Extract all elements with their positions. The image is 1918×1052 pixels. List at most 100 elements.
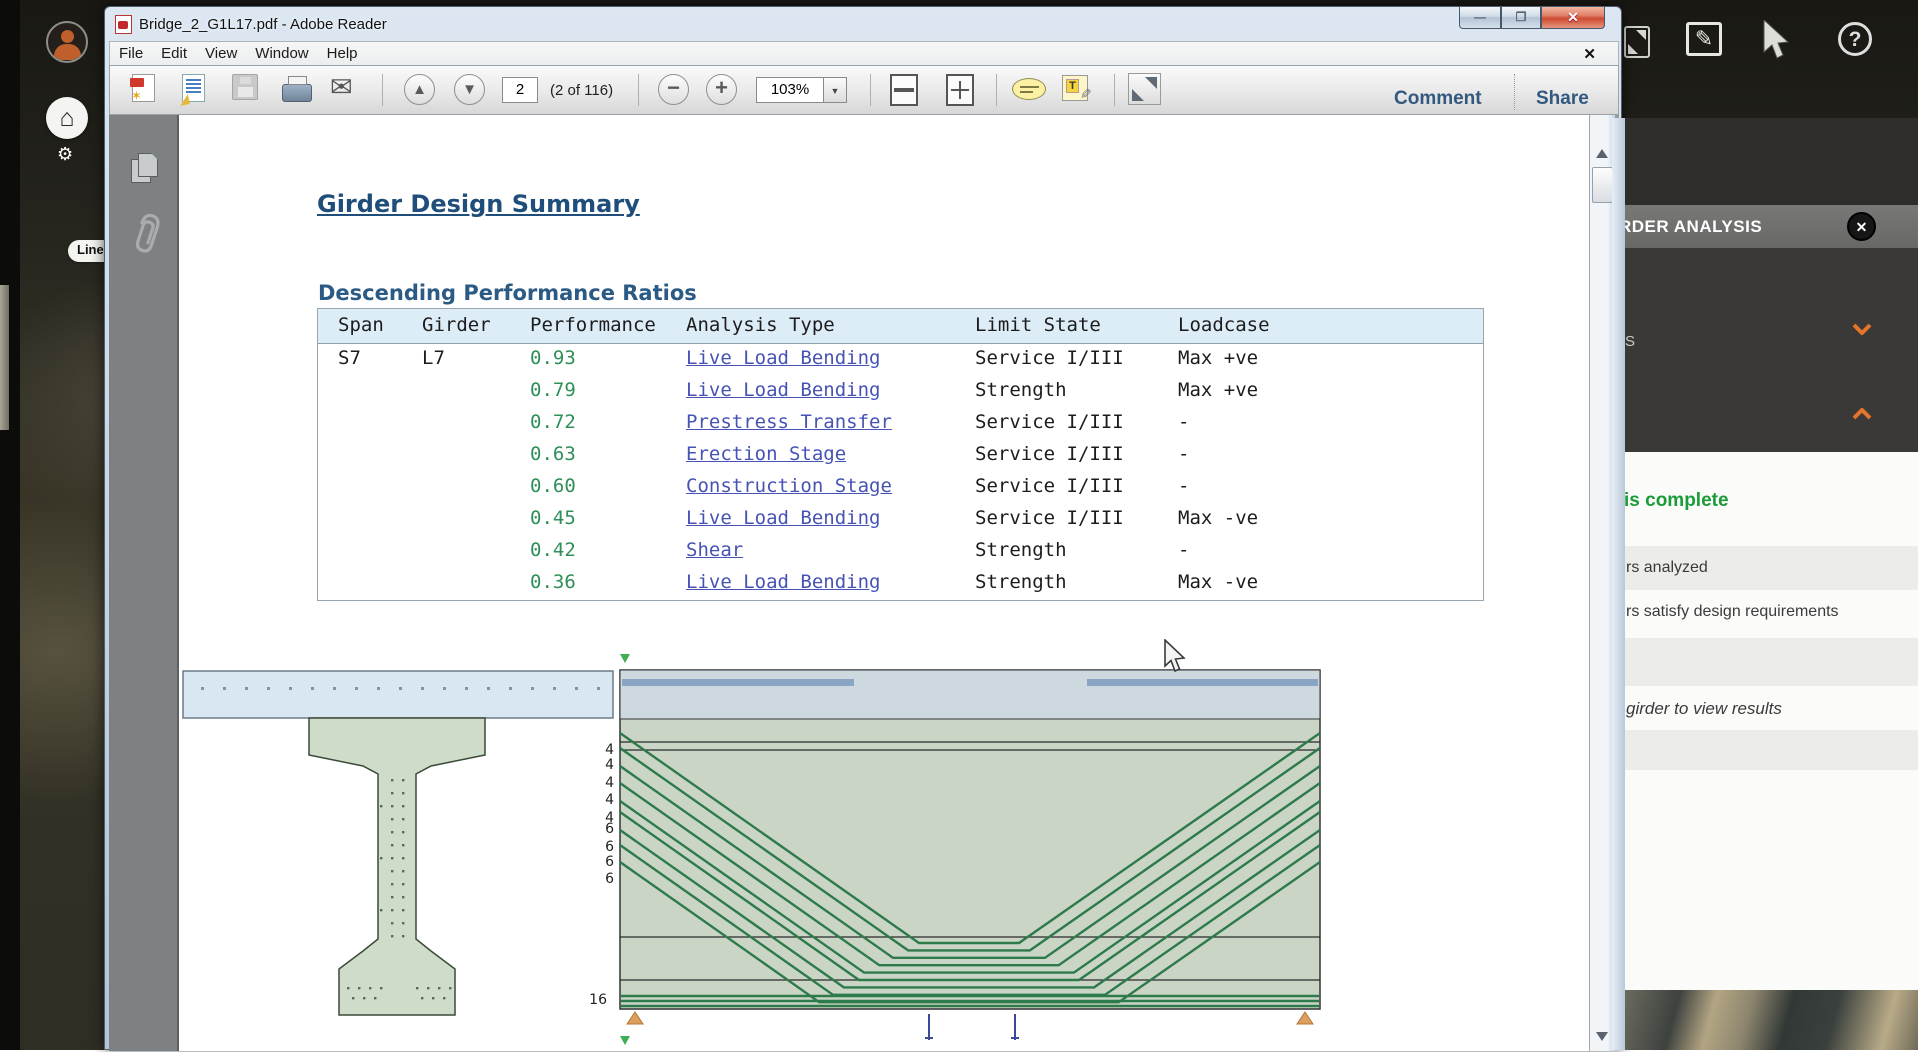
column-header: Loadcase [1178, 314, 1270, 336]
analysis-status: is complete [1625, 490, 1729, 512]
pencil-icon: ✎ [1077, 88, 1094, 100]
table-row: 0.45Live Load BendingService I/IIIMax -v… [318, 507, 1483, 539]
table-row: 0.79Live Load BendingStrengthMax +ve [318, 379, 1483, 411]
analysis-type-link[interactable]: Construction Stage [686, 475, 892, 497]
column-header: Limit State [975, 314, 1101, 336]
close-button[interactable]: ✕ [1541, 7, 1605, 29]
strand-count-label: 4 [584, 757, 614, 773]
girder-section-outline [309, 718, 485, 1015]
previous-page-button[interactable]: ▲ [404, 74, 435, 105]
window-title: Bridge_2_G1L17.pdf - Adobe Reader [139, 16, 387, 33]
menu-help[interactable]: Help [318, 42, 367, 65]
create-pdf-button[interactable]: ✶ [132, 74, 155, 102]
cursor-tool-icon[interactable] [1760, 20, 1794, 60]
comment-bubble-icon[interactable] [1012, 78, 1046, 100]
avatar-body-icon [54, 44, 81, 60]
zoom-out-button[interactable]: − [658, 74, 689, 105]
next-page-button[interactable]: ▼ [454, 74, 485, 105]
analysis-type-link[interactable]: Live Load Bending [686, 507, 880, 529]
table-cell: Strength [975, 571, 1067, 593]
pdf-section-title: Descending Performance Ratios [318, 281, 697, 305]
fullscreen-button[interactable] [1128, 73, 1161, 105]
strand-count-label: 4 [584, 742, 614, 758]
user-avatar[interactable] [46, 21, 88, 63]
home-button[interactable]: ⌂ [46, 97, 88, 139]
scroll-down-icon[interactable] [1596, 1032, 1608, 1047]
panel-close-button[interactable]: ✕ [1847, 212, 1876, 241]
comment-pane-button[interactable]: Comment [1394, 88, 1482, 110]
print-button[interactable] [282, 84, 312, 102]
table-cell: 0.79 [530, 379, 576, 401]
minimize-button[interactable]: — [1459, 7, 1501, 29]
strand-count-label: 6 [584, 821, 614, 837]
attachments-paperclip-icon[interactable] [131, 211, 161, 257]
annotate-button[interactable]: ✎ [1686, 22, 1722, 56]
chevron-up-icon[interactable] [1852, 408, 1872, 420]
expand-arrow-icon [1628, 44, 1638, 54]
table-row: 0.60Construction StageService I/III- [318, 475, 1483, 507]
menubar-close-icon[interactable]: ✕ [1583, 45, 1596, 63]
table-cell: Strength [975, 539, 1067, 561]
toolbar-separator [996, 74, 997, 106]
table-cell: - [1178, 411, 1189, 433]
page-thumbnails-icon[interactable] [131, 153, 157, 183]
menu-edit[interactable]: Edit [152, 42, 196, 65]
analysis-type-link[interactable]: Shear [686, 539, 743, 561]
table-cell: Max -ve [1178, 571, 1258, 593]
table-cell: Strength [975, 379, 1067, 401]
pdf-file-icon [115, 15, 132, 34]
strand-count-label: 6 [584, 871, 614, 887]
table-row: 0.42ShearStrength- [318, 539, 1483, 571]
scrollbar-thumb[interactable] [1592, 167, 1613, 203]
table-cell: 0.63 [530, 443, 576, 465]
scrolling-mode-button[interactable] [890, 74, 918, 106]
strand-count-label: 16 [577, 992, 607, 1008]
table-cell: Service I/III [975, 443, 1124, 465]
help-button[interactable]: ? [1838, 22, 1872, 56]
background-render [1625, 990, 1918, 1050]
maximize-button[interactable]: ❐ [1501, 7, 1541, 29]
panel-dark-section: S [1625, 248, 1918, 452]
table-header-row: SpanGirderPerformanceAnalysis TypeLimit … [318, 309, 1483, 344]
table-cell: Service I/III [975, 411, 1124, 433]
email-button[interactable]: ✉ [330, 72, 353, 103]
expand-arrow-icon [1636, 30, 1646, 40]
export-pdf-button[interactable] [182, 74, 205, 102]
axis-arrow-icon [620, 1036, 630, 1045]
background-dark-edge [0, 0, 20, 1050]
analysis-type-link[interactable]: Prestress Transfer [686, 411, 892, 433]
pencil-icon: ✎ [1695, 26, 1713, 51]
window-titlebar[interactable]: Bridge_2_G1L17.pdf - Adobe Reader — ❐ ✕ [105, 7, 1621, 41]
page-number-input[interactable]: 2 [502, 77, 538, 103]
toolbar-separator [638, 74, 639, 106]
table-cell: Service I/III [975, 347, 1124, 369]
navigation-pane [109, 115, 179, 1051]
chevron-down-icon[interactable] [1852, 323, 1872, 335]
settings-button[interactable]: ⚙ [57, 144, 73, 165]
zoom-in-button[interactable]: + [706, 74, 737, 105]
analysis-type-link[interactable]: Live Load Bending [686, 379, 880, 401]
sticky-note-icon[interactable]: T✎ [1062, 75, 1088, 101]
menu-view[interactable]: View [196, 42, 246, 65]
fit-page-button[interactable] [946, 74, 974, 106]
axis-arrow-icon [620, 654, 630, 663]
scroll-up-icon[interactable] [1596, 143, 1608, 158]
column-header: Performance [530, 314, 656, 336]
avatar-head-icon [61, 30, 74, 43]
zoom-level-input[interactable]: 103% [756, 77, 824, 103]
analysis-type-link[interactable]: Live Load Bending [686, 571, 880, 593]
panel-header: RDER ANALYSIS ✕ [1625, 205, 1918, 248]
expand-icon[interactable] [1624, 26, 1650, 58]
result-row-band [1625, 638, 1918, 686]
analysis-type-link[interactable]: Live Load Bending [686, 347, 880, 369]
zoom-dropdown-button[interactable]: ▼ [823, 77, 847, 103]
table-cell: - [1178, 475, 1189, 497]
save-button[interactable] [232, 74, 258, 100]
toolbar-separator [870, 74, 871, 106]
analysis-type-link[interactable]: Erection Stage [686, 443, 846, 465]
menu-window[interactable]: Window [246, 42, 317, 65]
dimension-ticks [925, 1014, 1019, 1040]
share-pane-button[interactable]: Share [1536, 88, 1589, 110]
menu-file[interactable]: File [110, 42, 152, 65]
column-header: Analysis Type [686, 314, 835, 336]
